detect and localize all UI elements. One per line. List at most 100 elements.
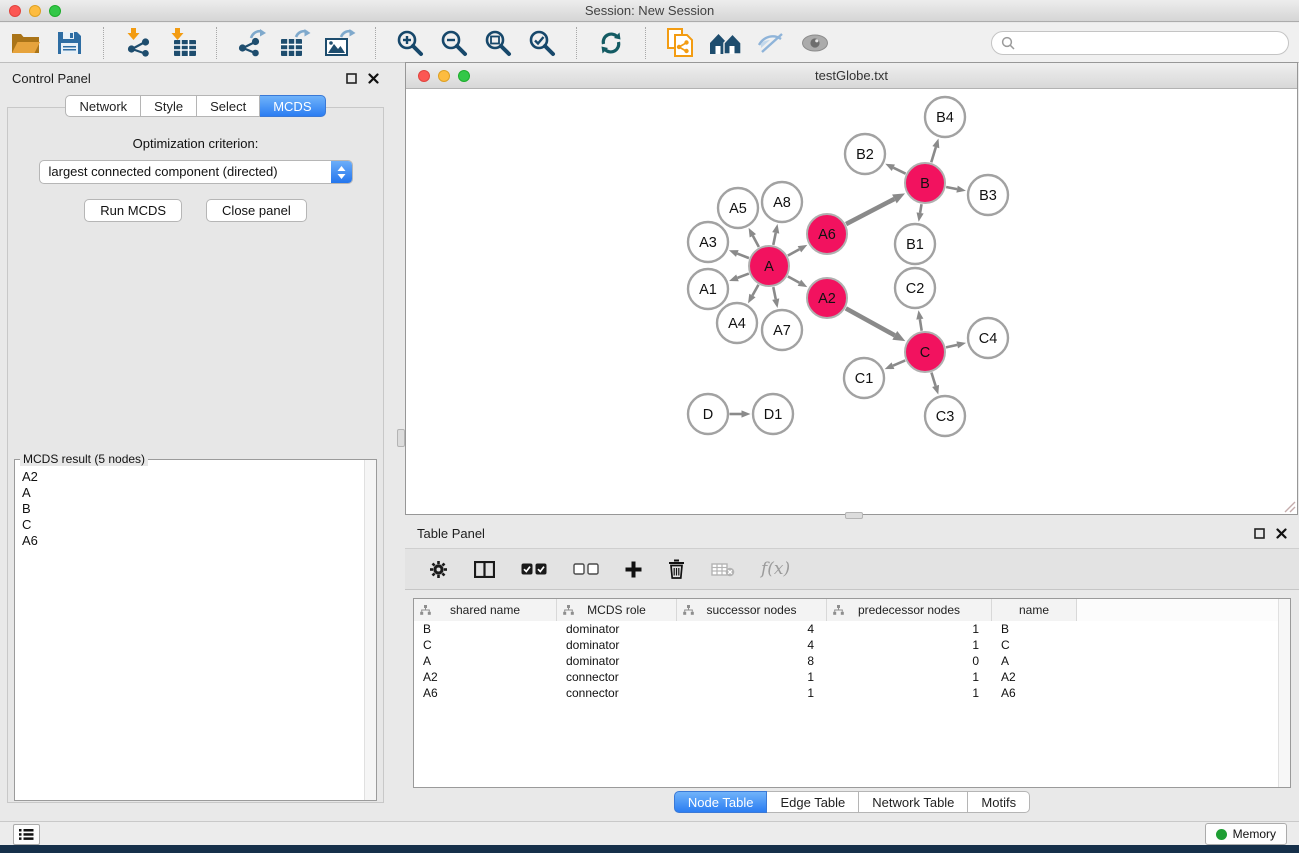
graph-node-A4[interactable]: A4 [717, 303, 757, 343]
tab-network-table[interactable]: Network Table [859, 791, 968, 813]
close-panel-icon[interactable] [368, 73, 379, 84]
resize-grip-icon[interactable] [1284, 501, 1296, 513]
save-session-button[interactable] [54, 26, 84, 60]
column-header-predecessor-nodes[interactable]: predecessor nodes [827, 599, 992, 621]
edge-C-C3[interactable] [931, 373, 935, 386]
edge-A-A7[interactable] [773, 287, 775, 299]
search-box[interactable] [991, 31, 1289, 55]
run-mcds-button[interactable]: Run MCDS [84, 199, 182, 222]
export-network-button[interactable] [236, 26, 266, 60]
float-panel-icon[interactable] [1254, 528, 1265, 539]
cell-successor-nodes[interactable]: 4 [677, 637, 827, 653]
graph-node-A5[interactable]: A5 [718, 188, 758, 228]
column-header-successor-nodes[interactable]: successor nodes [677, 599, 827, 621]
graph-node-D[interactable]: D [688, 394, 728, 434]
cell-shared-name[interactable]: B [414, 621, 557, 637]
tab-style[interactable]: Style [141, 95, 197, 117]
edge-A6-B[interactable] [846, 199, 894, 224]
cell-shared-name[interactable]: A2 [414, 669, 557, 685]
column-header-name[interactable]: name [992, 599, 1077, 621]
graph-node-C4[interactable]: C4 [968, 318, 1008, 358]
edge-C-C2[interactable] [920, 319, 922, 331]
zoom-fit-button[interactable] [483, 26, 513, 60]
edge-A2-C[interactable] [846, 308, 895, 335]
network-graph[interactable]: B4B2BB3A8A5A6B1A3AC2A1A2A4A7C4CC1C3DD1 [406, 89, 1297, 514]
cell-name[interactable]: C [992, 637, 1077, 653]
add-button[interactable] [625, 561, 642, 578]
cell-shared-name[interactable]: A [414, 653, 557, 669]
close-panel-button[interactable]: Close panel [206, 199, 307, 222]
column-header-mcds-role[interactable]: MCDS role [557, 599, 677, 621]
tab-motifs[interactable]: Motifs [968, 791, 1030, 813]
column-header-shared-name[interactable]: shared name [414, 599, 557, 621]
edge-A-A6[interactable] [788, 249, 800, 255]
close-window-button[interactable] [9, 5, 21, 17]
minimize-window-button[interactable] [29, 5, 41, 17]
result-scrollbar[interactable] [364, 460, 376, 800]
tab-network[interactable]: Network [65, 95, 141, 117]
graph-node-C2[interactable]: C2 [895, 268, 935, 308]
cell-name[interactable]: A [992, 653, 1077, 669]
graph-node-B1[interactable]: B1 [895, 224, 935, 264]
cell-mcds-role[interactable]: dominator [557, 653, 677, 669]
edge-A-A3[interactable] [737, 254, 749, 259]
cell-predecessor-nodes[interactable]: 0 [827, 653, 992, 669]
zoom-window-button[interactable] [49, 5, 61, 17]
cell-successor-nodes[interactable]: 4 [677, 621, 827, 637]
table-row-A[interactable]: Adominator80A [414, 653, 1290, 669]
delete-table-button[interactable] [711, 562, 735, 577]
import-network-button[interactable] [123, 26, 153, 60]
zoom-out-button[interactable] [439, 26, 469, 60]
tab-select[interactable]: Select [197, 95, 260, 117]
edge-A-A2[interactable] [788, 276, 800, 282]
edge-B-B1[interactable] [920, 204, 921, 213]
graph-node-B[interactable]: B [905, 163, 945, 203]
graph-node-A[interactable]: A [749, 246, 789, 286]
cell-successor-nodes[interactable]: 1 [677, 669, 827, 685]
mcds-result-item-A2[interactable]: A2 [22, 469, 369, 485]
edge-A-A8[interactable] [773, 233, 775, 245]
zoom-selected-button[interactable] [527, 26, 557, 60]
cell-name[interactable]: A2 [992, 669, 1077, 685]
zoom-in-button[interactable] [395, 26, 425, 60]
table-options-button[interactable] [429, 560, 448, 579]
graph-node-A3[interactable]: A3 [688, 222, 728, 262]
home-button[interactable] [709, 26, 742, 60]
network-canvas[interactable]: B4B2BB3A8A5A6B1A3AC2A1A2A4A7C4CC1C3DD1 [406, 89, 1297, 514]
open-session-button[interactable] [10, 26, 40, 60]
graph-node-C3[interactable]: C3 [925, 396, 965, 436]
close-panel-icon[interactable] [1276, 528, 1287, 539]
table-row-A2[interactable]: A2connector11A2 [414, 669, 1290, 685]
show-columns-button[interactable] [474, 561, 495, 578]
graph-node-B3[interactable]: B3 [968, 175, 1008, 215]
table-row-C[interactable]: Cdominator41C [414, 637, 1290, 653]
mcds-result-item-A6[interactable]: A6 [22, 533, 369, 549]
graph-node-A2[interactable]: A2 [807, 278, 847, 318]
mcds-result-item-B[interactable]: B [22, 501, 369, 517]
table-row-B[interactable]: Bdominator41B [414, 621, 1290, 637]
edge-B-B2[interactable] [893, 168, 905, 174]
show-details-button[interactable] [800, 26, 830, 60]
cell-mcds-role[interactable]: dominator [557, 621, 677, 637]
memory-button[interactable]: Memory [1205, 823, 1287, 845]
network-minimize-button[interactable] [438, 70, 450, 82]
network-zoom-button[interactable] [458, 70, 470, 82]
graph-node-C[interactable]: C [905, 332, 945, 372]
graph-node-A7[interactable]: A7 [762, 310, 802, 350]
cell-shared-name[interactable]: C [414, 637, 557, 653]
apply-layout-button[interactable] [596, 26, 626, 60]
graph-node-A1[interactable]: A1 [688, 269, 728, 309]
network-close-button[interactable] [418, 70, 430, 82]
cell-mcds-role[interactable]: connector [557, 669, 677, 685]
cell-name[interactable]: A6 [992, 685, 1077, 701]
cell-predecessor-nodes[interactable]: 1 [827, 685, 992, 701]
table-row-A6[interactable]: A6connector11A6 [414, 685, 1290, 701]
tab-mcds[interactable]: MCDS [260, 95, 325, 117]
cell-predecessor-nodes[interactable]: 1 [827, 669, 992, 685]
export-image-button[interactable] [325, 26, 356, 60]
edge-A-A4[interactable] [752, 285, 758, 296]
graph-node-B2[interactable]: B2 [845, 134, 885, 174]
cell-successor-nodes[interactable]: 1 [677, 685, 827, 701]
mcds-result-item-C[interactable]: C [22, 517, 369, 533]
graph-node-D1[interactable]: D1 [753, 394, 793, 434]
